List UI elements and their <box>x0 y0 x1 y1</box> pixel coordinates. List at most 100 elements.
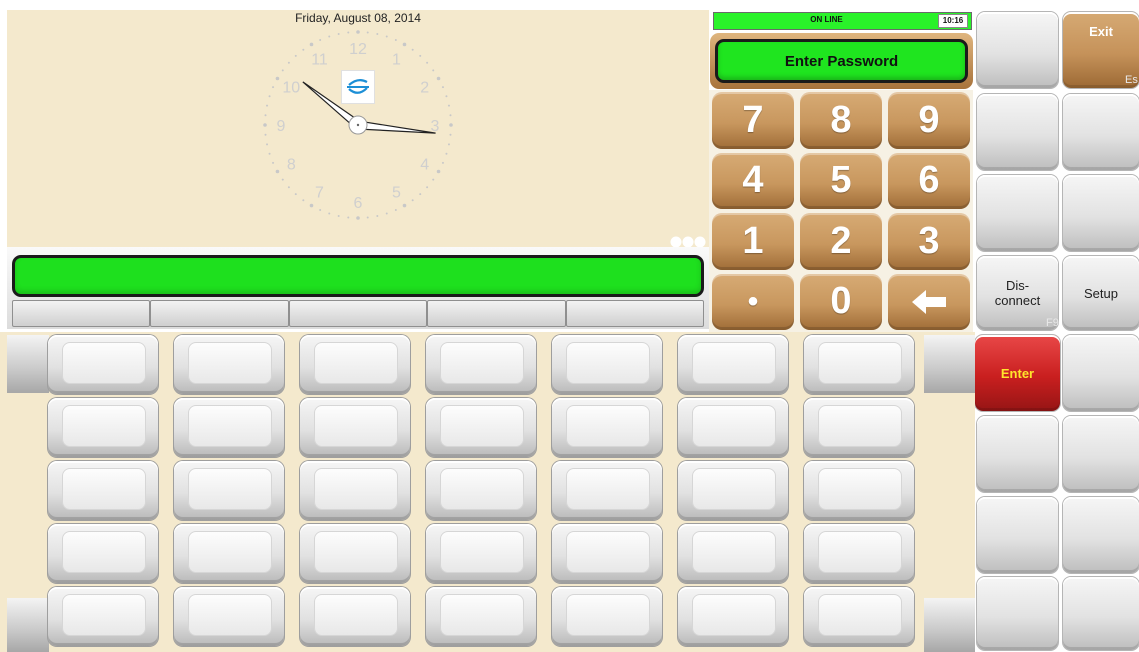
clock-tick <box>356 216 360 220</box>
clock-tick <box>419 54 422 57</box>
clock-tick <box>347 31 350 34</box>
scroll-rail-right-top[interactable] <box>924 335 975 393</box>
function-key[interactable] <box>977 12 1058 88</box>
clock-tick <box>402 42 407 47</box>
item-button[interactable] <box>552 398 662 457</box>
display-tab[interactable] <box>12 300 151 327</box>
password-prompt[interactable]: Enter Password <box>715 39 968 83</box>
function-key[interactable] <box>977 94 1058 170</box>
clock-tick <box>441 161 444 164</box>
item-button[interactable] <box>804 461 914 520</box>
decimal-point-key[interactable]: • <box>712 273 794 330</box>
item-button[interactable] <box>300 335 410 394</box>
item-button[interactable] <box>48 335 158 394</box>
item-button[interactable] <box>300 524 410 583</box>
item-button[interactable] <box>804 398 914 457</box>
item-button[interactable] <box>48 587 158 646</box>
item-button[interactable] <box>426 335 536 394</box>
function-key[interactable] <box>1063 335 1139 411</box>
scroll-rail-left-bottom[interactable] <box>7 598 49 652</box>
function-key[interactable] <box>977 497 1058 573</box>
clock-tick <box>266 143 269 146</box>
item-button[interactable] <box>426 587 536 646</box>
item-button[interactable] <box>552 461 662 520</box>
item-button[interactable] <box>804 524 914 583</box>
setup-button[interactable]: Setup <box>1063 256 1139 330</box>
item-button[interactable] <box>48 461 158 520</box>
clock-minute-hand <box>356 120 436 134</box>
item-button[interactable] <box>174 524 284 583</box>
function-key[interactable] <box>1063 94 1139 170</box>
item-button[interactable] <box>426 398 536 457</box>
clock-tick <box>281 69 284 72</box>
clock-tick <box>394 39 397 42</box>
clock-tick <box>411 48 414 51</box>
item-button[interactable] <box>300 398 410 457</box>
item-button[interactable] <box>678 398 788 457</box>
item-button[interactable] <box>48 524 158 583</box>
function-key[interactable] <box>1063 416 1139 492</box>
numpad-key-9[interactable]: 9 <box>888 92 970 149</box>
display-tab[interactable] <box>427 300 566 327</box>
numpad-key-5[interactable]: 5 <box>800 152 882 209</box>
item-button[interactable] <box>678 524 788 583</box>
clock-tick <box>436 76 441 81</box>
item-button[interactable] <box>552 524 662 583</box>
function-key[interactable] <box>1063 497 1139 573</box>
function-key[interactable] <box>1063 175 1139 251</box>
item-button[interactable] <box>678 587 788 646</box>
function-key[interactable] <box>1063 577 1139 650</box>
clock-tick <box>376 214 379 217</box>
function-key[interactable] <box>977 416 1058 492</box>
clock-numeral: 8 <box>287 157 296 174</box>
numpad-key-8[interactable]: 8 <box>800 92 882 149</box>
clock-tick <box>268 152 271 155</box>
clock-tick <box>268 95 271 98</box>
numpad-key-0[interactable]: 0 <box>800 273 882 330</box>
numpad-key-3[interactable]: 3 <box>888 213 970 270</box>
numpad-key-1[interactable]: 1 <box>712 213 794 270</box>
clock-tick <box>294 54 297 57</box>
item-button[interactable] <box>678 461 788 520</box>
function-key[interactable] <box>977 175 1058 251</box>
clock-numeral: 1 <box>392 51 401 68</box>
display-tab[interactable] <box>150 300 289 327</box>
clock-numeral: 6 <box>354 195 363 212</box>
display-tab[interactable] <box>565 300 705 327</box>
item-button[interactable] <box>552 587 662 646</box>
item-button[interactable] <box>300 587 410 646</box>
clock-tick <box>447 104 450 107</box>
scroll-rail-right-bottom[interactable] <box>924 598 975 652</box>
enter-button[interactable]: Enter <box>975 335 1060 411</box>
clock-tick <box>302 48 305 51</box>
item-button[interactable] <box>678 335 788 394</box>
item-button[interactable] <box>426 524 536 583</box>
item-button[interactable] <box>174 587 284 646</box>
numpad-key-6[interactable]: 6 <box>888 152 970 209</box>
numpad-key-2[interactable]: 2 <box>800 213 882 270</box>
display-tab[interactable] <box>288 300 428 327</box>
item-button[interactable] <box>552 335 662 394</box>
numpad-key-4[interactable]: 4 <box>712 152 794 209</box>
item-button[interactable] <box>48 398 158 457</box>
online-status: ON LINE <box>810 15 843 24</box>
item-button[interactable] <box>804 587 914 646</box>
clock-tick <box>319 39 322 42</box>
back-arrow-icon <box>912 289 946 314</box>
backspace-key[interactable] <box>888 273 970 330</box>
clock-tick <box>411 199 414 202</box>
clock-tick <box>266 104 269 107</box>
scroll-rail-left-top[interactable] <box>7 335 49 393</box>
clock-tick <box>441 86 444 89</box>
item-button[interactable] <box>174 398 284 457</box>
display-tabs <box>12 300 705 327</box>
numpad-key-7[interactable]: 7 <box>712 92 794 149</box>
item-button[interactable] <box>426 461 536 520</box>
item-button[interactable] <box>300 461 410 520</box>
clock-tick <box>426 61 429 64</box>
item-button[interactable] <box>804 335 914 394</box>
item-button[interactable] <box>174 461 284 520</box>
item-button[interactable] <box>174 335 284 394</box>
function-key[interactable] <box>977 577 1058 650</box>
status-time: 10:16 <box>938 14 968 28</box>
